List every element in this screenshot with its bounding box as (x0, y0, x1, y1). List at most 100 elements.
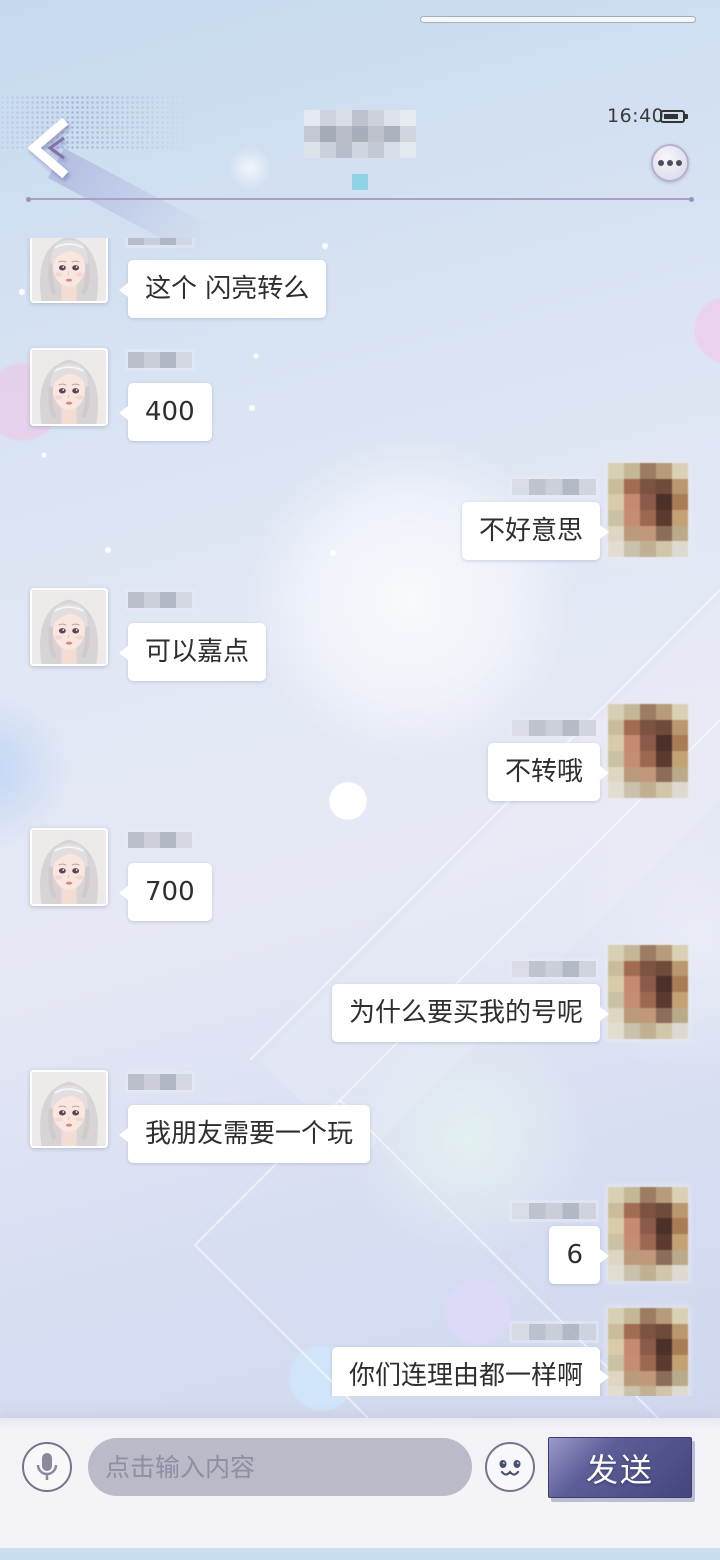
mosaic-cell (608, 945, 624, 961)
message-bubble[interactable]: 你们连理由都一样啊 (331, 1347, 610, 1396)
mosaic-cell (656, 1370, 672, 1387)
mosaic-cell (608, 494, 624, 510)
my-avatar-redacted[interactable] (608, 945, 688, 1039)
mosaic-cell (656, 1234, 672, 1250)
mosaic-cell (352, 126, 368, 142)
portrait-image (32, 238, 106, 301)
mosaic-cell (640, 1023, 656, 1039)
mosaic-cell (624, 751, 640, 767)
mosaic-cell (624, 494, 640, 510)
message-bubble[interactable]: 可以嘉点 (118, 623, 267, 681)
contact-avatar[interactable] (30, 828, 108, 906)
redacted-sender-name (512, 1203, 596, 1219)
mosaic-cell (672, 1308, 688, 1324)
mosaic-cell (624, 735, 640, 751)
mosaic-cell (608, 1386, 624, 1396)
battery-icon (660, 110, 688, 123)
mosaic-cell (640, 1308, 656, 1324)
chat-message-list[interactable]: 这个 闪亮转么 400 不好意思 可以嘉点 不转哦 700 为什么要买我的号呢 … (0, 238, 720, 1396)
message-bubble[interactable]: 6 (549, 1226, 609, 1284)
more-dots-icon (676, 160, 682, 166)
message-bubble[interactable]: 不好意思 (461, 502, 610, 560)
message-row-incoming: 700 (0, 828, 720, 928)
redacted-sender-name (128, 1074, 192, 1090)
mosaic-cell (672, 976, 688, 992)
portrait-image (32, 590, 106, 664)
contact-avatar[interactable] (30, 588, 108, 666)
message-row-outgoing: 为什么要买我的号呢 (0, 945, 720, 1049)
mosaic-cell (640, 992, 656, 1008)
my-avatar-redacted[interactable] (608, 463, 688, 557)
mosaic-cell (640, 1249, 656, 1266)
send-button[interactable]: 发送 (548, 1437, 692, 1498)
more-options-button[interactable] (651, 144, 689, 182)
mosaic-cell (672, 766, 688, 783)
mosaic-cell (624, 960, 640, 977)
mosaic-cell (640, 751, 656, 767)
mosaic-cell (320, 142, 336, 158)
mosaic-cell (304, 142, 320, 158)
mosaic-cell (640, 1234, 656, 1250)
mosaic-cell (640, 960, 656, 977)
message-bubble[interactable]: 400 (119, 383, 212, 441)
mosaic-cell (656, 1386, 672, 1396)
mosaic-cell (672, 1323, 688, 1340)
mosaic-cell (656, 751, 672, 767)
mosaic-cell (656, 1007, 672, 1024)
message-input[interactable] (88, 1438, 472, 1496)
message-bubble[interactable]: 这个 闪亮转么 (118, 260, 327, 318)
mosaic-cell (336, 126, 352, 142)
mosaic-cell (624, 1386, 640, 1396)
contact-avatar[interactable] (30, 1070, 108, 1148)
mosaic-cell (608, 1234, 624, 1250)
mosaic-cell (672, 945, 688, 961)
mosaic-cell (608, 478, 624, 495)
mosaic-cell (672, 1218, 688, 1234)
mosaic-cell (640, 494, 656, 510)
contact-avatar[interactable] (30, 348, 108, 426)
message-bubble[interactable]: 700 (119, 863, 212, 921)
voice-input-button[interactable] (22, 1442, 72, 1492)
mosaic-cell (304, 126, 320, 142)
mosaic-cell (608, 1355, 624, 1371)
portrait-image (32, 350, 106, 424)
emoji-button[interactable] (485, 1442, 535, 1492)
mosaic-cell (672, 1370, 688, 1387)
header-divider (26, 196, 694, 202)
message-bubble[interactable]: 我朋友需要一个玩 (118, 1105, 371, 1163)
mosaic-cell (656, 945, 672, 961)
mosaic-cell (656, 1187, 672, 1203)
my-avatar-redacted[interactable] (608, 1308, 688, 1396)
mosaic-cell (400, 142, 416, 158)
mosaic-cell (624, 1187, 640, 1203)
message-bubble[interactable]: 不转哦 (487, 743, 610, 801)
message-bubble[interactable]: 为什么要买我的号呢 (331, 984, 610, 1042)
mosaic-cell (624, 766, 640, 783)
my-avatar-redacted[interactable] (608, 704, 688, 798)
mosaic-cell (608, 704, 624, 720)
mosaic-cell (624, 1323, 640, 1340)
mosaic-cell (608, 1023, 624, 1039)
mosaic-cell (608, 960, 624, 977)
mosaic-cell (624, 704, 640, 720)
mosaic-cell (656, 541, 672, 557)
mosaic-cell (640, 766, 656, 783)
my-avatar-redacted[interactable] (608, 1187, 688, 1281)
mosaic-cell (640, 719, 656, 736)
mosaic-cell (640, 945, 656, 961)
portrait-image (32, 1072, 106, 1146)
mosaic-cell (624, 945, 640, 961)
message-row-outgoing: 6 (0, 1187, 720, 1291)
mosaic-cell (640, 735, 656, 751)
mosaic-cell (608, 1218, 624, 1234)
battery-level-fill (664, 114, 679, 119)
mosaic-cell (672, 1234, 688, 1250)
mosaic-cell (624, 478, 640, 495)
mosaic-cell (640, 541, 656, 557)
contact-avatar[interactable] (30, 238, 108, 303)
mosaic-cell (624, 1202, 640, 1219)
back-button[interactable] (22, 116, 76, 180)
message-input-field[interactable] (88, 1438, 472, 1496)
mosaic-cell (608, 1187, 624, 1203)
mosaic-cell (672, 735, 688, 751)
